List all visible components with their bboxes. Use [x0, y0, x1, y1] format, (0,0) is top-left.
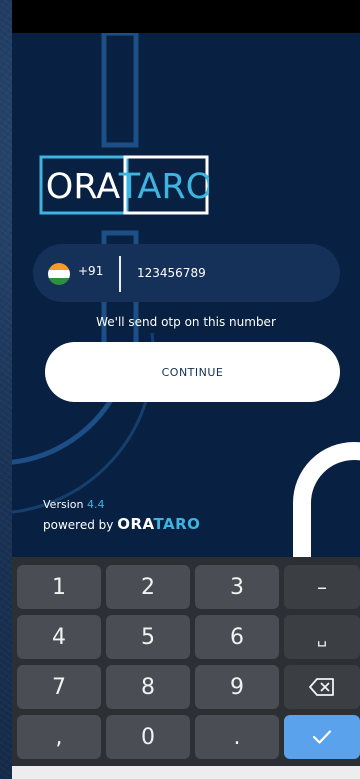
backspace-icon[interactable]: [284, 665, 360, 709]
key-9[interactable]: 9: [195, 665, 279, 709]
country-code[interactable]: +91: [78, 264, 103, 278]
logo-text-left: ORA: [46, 167, 120, 207]
navigation-strip: [12, 766, 360, 779]
check-icon[interactable]: [284, 715, 360, 759]
key-1[interactable]: 1: [17, 565, 101, 609]
india-flag-icon[interactable]: [48, 263, 70, 285]
version-text: Version 4.4: [43, 498, 104, 511]
powered-label: powered by: [43, 518, 114, 532]
key-7[interactable]: 7: [17, 665, 101, 709]
key-3[interactable]: 3: [195, 565, 279, 609]
status-bar: [12, 0, 360, 33]
phone-number-field[interactable]: +91: [33, 244, 340, 302]
brand-left: ORA: [117, 515, 154, 533]
otp-note: We'll send otp on this number: [96, 315, 276, 329]
key-2[interactable]: 2: [106, 565, 190, 609]
logo-text-right: TARO: [118, 167, 209, 207]
key-8[interactable]: 8: [106, 665, 190, 709]
login-screen: ORA TARO +91 We'll send otp on this numb…: [12, 33, 360, 557]
brand-right: TARO: [153, 515, 201, 533]
phone-input[interactable]: [137, 263, 317, 283]
continue-button[interactable]: CONTINUE: [45, 342, 340, 402]
orataro-logo: ORA TARO: [39, 155, 213, 215]
screen-frame: ORA TARO +91 We'll send otp on this numb…: [0, 0, 360, 779]
key-period[interactable]: .: [195, 715, 279, 759]
key-comma[interactable]: ,: [17, 715, 101, 759]
key-5[interactable]: 5: [106, 615, 190, 659]
key-minus[interactable]: –: [284, 565, 360, 609]
field-divider: [119, 256, 121, 292]
key-4[interactable]: 4: [17, 615, 101, 659]
powered-by: powered by ORATARO: [43, 515, 200, 533]
version-number: 4.4: [86, 498, 105, 511]
key-0[interactable]: 0: [106, 715, 190, 759]
version-label: Version: [43, 498, 84, 511]
key-6[interactable]: 6: [195, 615, 279, 659]
numeric-keyboard: 1 2 3 – 4 5 6 ␣ 7 8 9 , 0 .: [12, 557, 360, 766]
key-space[interactable]: ␣: [284, 615, 360, 659]
